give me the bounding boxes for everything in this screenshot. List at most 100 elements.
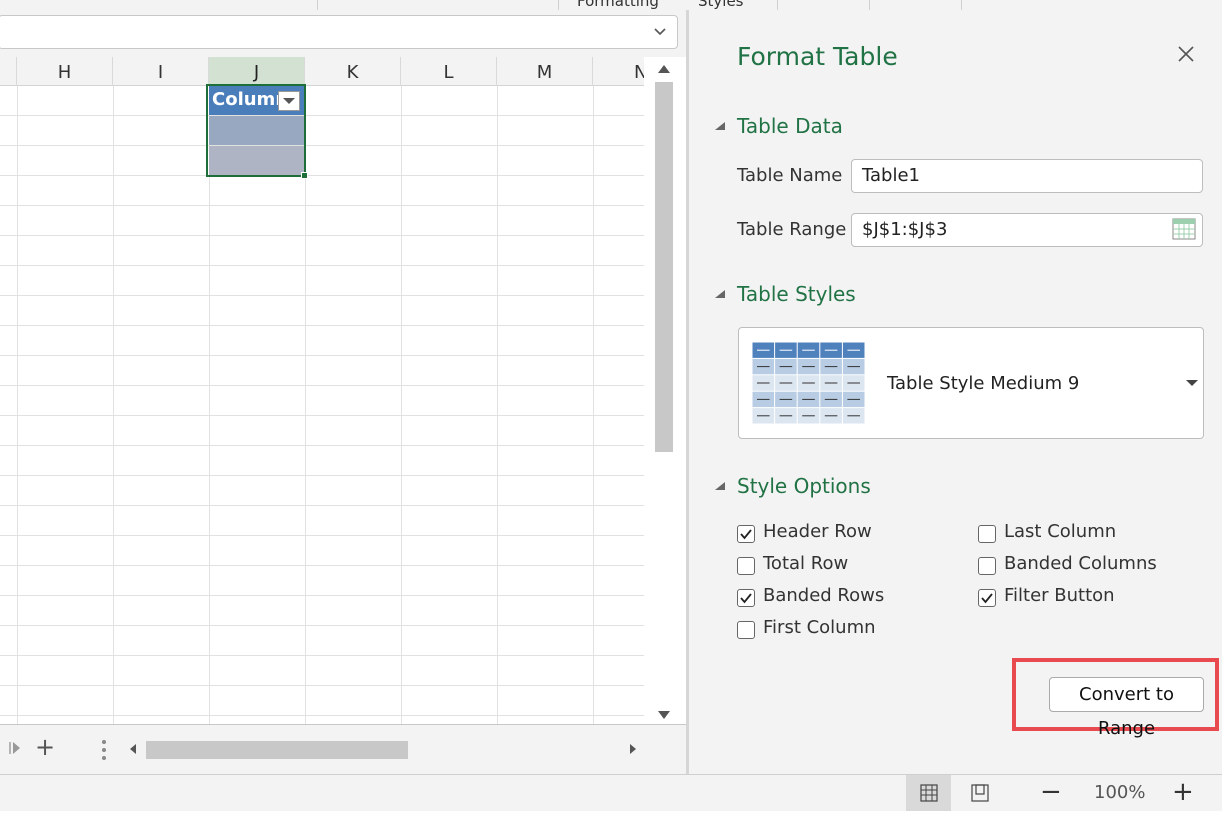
grid-row-line (0, 355, 644, 356)
checkmark-icon (740, 593, 752, 604)
ribbon-strip: Formatting Styles (0, 0, 1222, 10)
grid-column-line (593, 86, 594, 724)
grid-row-line (0, 115, 644, 116)
collapse-triangle-icon[interactable] (714, 481, 726, 491)
grid-row-line (0, 175, 644, 176)
total-row-label[interactable]: Total Row (763, 553, 848, 574)
grid-row-line (0, 565, 644, 566)
grid-row-line (0, 235, 644, 236)
grid-row-line (0, 655, 644, 656)
fill-handle[interactable] (301, 172, 308, 179)
table-style-thumbnail-icon (752, 342, 865, 424)
total-row-checkbox[interactable] (737, 557, 755, 575)
grid-view-icon (920, 784, 938, 802)
table-style-name: Table Style Medium 9 (887, 373, 1080, 394)
banded-rows-checkbox[interactable] (737, 589, 755, 607)
grid-column-line (497, 86, 498, 724)
checkmark-icon (740, 529, 752, 540)
range-picker-icon[interactable] (1172, 218, 1196, 240)
convert-to-range-button[interactable]: Convert to Range (1049, 677, 1204, 739)
table-styles-heading[interactable]: Table Styles (737, 282, 856, 306)
header-row-label[interactable]: Header Row (763, 521, 872, 542)
checkmark-icon (981, 593, 993, 604)
column-header-l[interactable]: L (401, 57, 497, 86)
column-header-row: H I J K L M N (0, 57, 647, 86)
column-header-i[interactable]: I (113, 57, 209, 86)
grid-row-line (0, 415, 644, 416)
ribbon-separator (317, 0, 318, 10)
header-row-checkbox[interactable] (737, 525, 755, 543)
sheet-nav-last-icon[interactable] (8, 740, 22, 756)
first-column-label[interactable]: First Column (763, 617, 876, 638)
table-data-heading[interactable]: Table Data (737, 114, 843, 138)
grid-row-line (0, 145, 644, 146)
more-options-icon[interactable] (98, 738, 110, 762)
grid-column-line (401, 86, 402, 724)
grid-row-line (0, 475, 644, 476)
column-header-m[interactable]: M (497, 57, 593, 86)
table-range-input[interactable]: $J$1:$J$3 (851, 213, 1203, 247)
grid-column-line (209, 86, 210, 724)
scroll-down-arrow-icon[interactable] (656, 708, 672, 722)
grid-column-line (17, 86, 18, 724)
grid-row-line (0, 595, 644, 596)
grid-row-line (0, 715, 644, 716)
column-header-k[interactable]: K (305, 57, 401, 86)
zoom-in-button[interactable]: + (1172, 779, 1194, 806)
horizontal-scroll-thumb[interactable] (146, 741, 408, 759)
style-options-heading[interactable]: Style Options (737, 474, 871, 498)
ribbon-separator (558, 0, 559, 10)
last-column-label[interactable]: Last Column (1004, 521, 1116, 542)
ribbon-separator (777, 0, 778, 10)
scroll-right-arrow-icon[interactable] (628, 742, 638, 756)
grid-row-line (0, 205, 644, 206)
close-icon[interactable] (1174, 42, 1198, 66)
ribbon-separator (961, 0, 962, 10)
dropdown-arrow-icon[interactable] (1185, 379, 1199, 387)
vertical-scroll-thumb[interactable] (655, 82, 673, 452)
grid-row-line (0, 265, 644, 266)
page-layout-view-button[interactable] (966, 775, 994, 811)
column-header-h[interactable]: H (17, 57, 113, 86)
grid-row-line (0, 685, 644, 686)
collapse-triangle-icon[interactable] (714, 289, 726, 299)
banded-columns-checkbox[interactable] (978, 557, 996, 575)
table-name-input[interactable]: Table1 (851, 159, 1203, 193)
ribbon-styles-label[interactable]: Styles (698, 0, 744, 10)
table-range-label: Table Range (737, 219, 847, 240)
grid-row-line (0, 325, 644, 326)
scroll-up-arrow-icon[interactable] (656, 62, 672, 76)
column-header-partial[interactable] (0, 57, 17, 86)
grid-column-line (305, 86, 306, 724)
status-bar (0, 774, 1222, 811)
grid-column-line (113, 86, 114, 724)
scroll-left-arrow-icon[interactable] (128, 742, 138, 756)
cell-selection-outline (206, 84, 306, 177)
last-column-checkbox[interactable] (978, 525, 996, 543)
grid-row-line (0, 445, 644, 446)
formula-bar-input[interactable] (0, 15, 678, 49)
first-column-checkbox[interactable] (737, 621, 755, 639)
column-header-j[interactable]: J (209, 57, 305, 86)
table-name-label: Table Name (737, 165, 843, 186)
page-layout-icon (971, 784, 989, 802)
add-sheet-button[interactable]: + (34, 735, 56, 759)
filter-button-label[interactable]: Filter Button (1004, 585, 1115, 606)
zoom-out-button[interactable]: − (1040, 779, 1062, 806)
zoom-level-text[interactable]: 100% (1094, 782, 1145, 803)
banded-rows-label[interactable]: Banded Rows (763, 585, 884, 606)
cell-grid[interactable] (0, 86, 644, 724)
banded-columns-label[interactable]: Banded Columns (1004, 553, 1157, 574)
normal-view-button[interactable] (906, 775, 951, 811)
filter-button-checkbox[interactable] (978, 589, 996, 607)
pane-title: Format Table (737, 42, 898, 71)
ribbon-formatting-label[interactable]: Formatting (577, 0, 659, 10)
collapse-triangle-icon[interactable] (714, 121, 726, 131)
grid-row-line (0, 505, 644, 506)
grid-row-line (0, 295, 644, 296)
chevron-down-icon[interactable] (652, 24, 668, 40)
grid-row-line (0, 385, 644, 386)
grid-row-line (0, 535, 644, 536)
ribbon-separator (869, 0, 870, 10)
grid-row-line (0, 625, 644, 626)
